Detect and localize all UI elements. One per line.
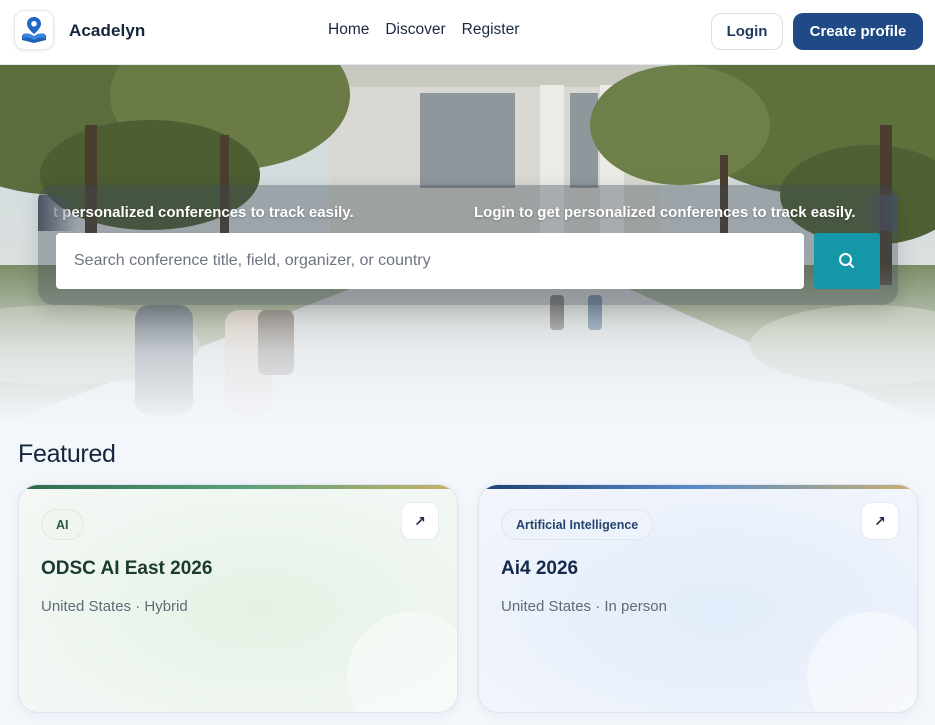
conference-card[interactable]: Artificial Intelligence ↗ Ai4 2026 Unite… [478, 484, 918, 713]
brand-name[interactable]: Acadelyn [69, 21, 145, 41]
hero-banner: t personalized conferences to track easi… [0, 65, 935, 425]
card-accent-bar [19, 485, 457, 489]
category-tag: Artificial Intelligence [501, 509, 654, 540]
marquee-text: t personalized conferences to track easi… [53, 204, 354, 221]
card-glow [347, 612, 457, 712]
nav-register[interactable]: Register [462, 21, 520, 39]
search-button[interactable] [814, 233, 880, 289]
top-header: Acadelyn Home Discover Register Login Cr… [0, 0, 935, 65]
create-profile-button[interactable]: Create profile [793, 13, 923, 50]
main-nav: Home Discover Register [328, 21, 519, 39]
open-arrow-icon[interactable]: ↗ [401, 502, 439, 540]
marquee-text: Login to get personalized conferences to… [474, 204, 856, 221]
nav-home[interactable]: Home [328, 21, 369, 39]
category-tag: AI [41, 509, 84, 540]
conference-title[interactable]: Ai4 2026 [501, 558, 578, 580]
book-pin-logo-icon [22, 17, 46, 43]
search-panel: t personalized conferences to track easi… [38, 185, 898, 305]
conference-meta: United States · Hybrid [41, 598, 188, 615]
card-glow [807, 612, 917, 712]
logo[interactable] [14, 10, 54, 50]
search-input[interactable] [56, 233, 804, 289]
nav-discover[interactable]: Discover [385, 21, 445, 39]
marquee-fade-right [858, 195, 898, 231]
featured-heading: Featured [18, 440, 116, 468]
login-button[interactable]: Login [711, 13, 783, 50]
conference-meta: United States · In person [501, 598, 667, 615]
card-accent-bar [479, 485, 917, 489]
search-icon [839, 253, 854, 268]
open-arrow-icon[interactable]: ↗ [861, 502, 899, 540]
conference-card[interactable]: AI ↗ ODSC AI East 2026 United States · H… [18, 484, 458, 713]
marquee-fade-left [38, 195, 78, 231]
conference-title[interactable]: ODSC AI East 2026 [41, 558, 212, 580]
